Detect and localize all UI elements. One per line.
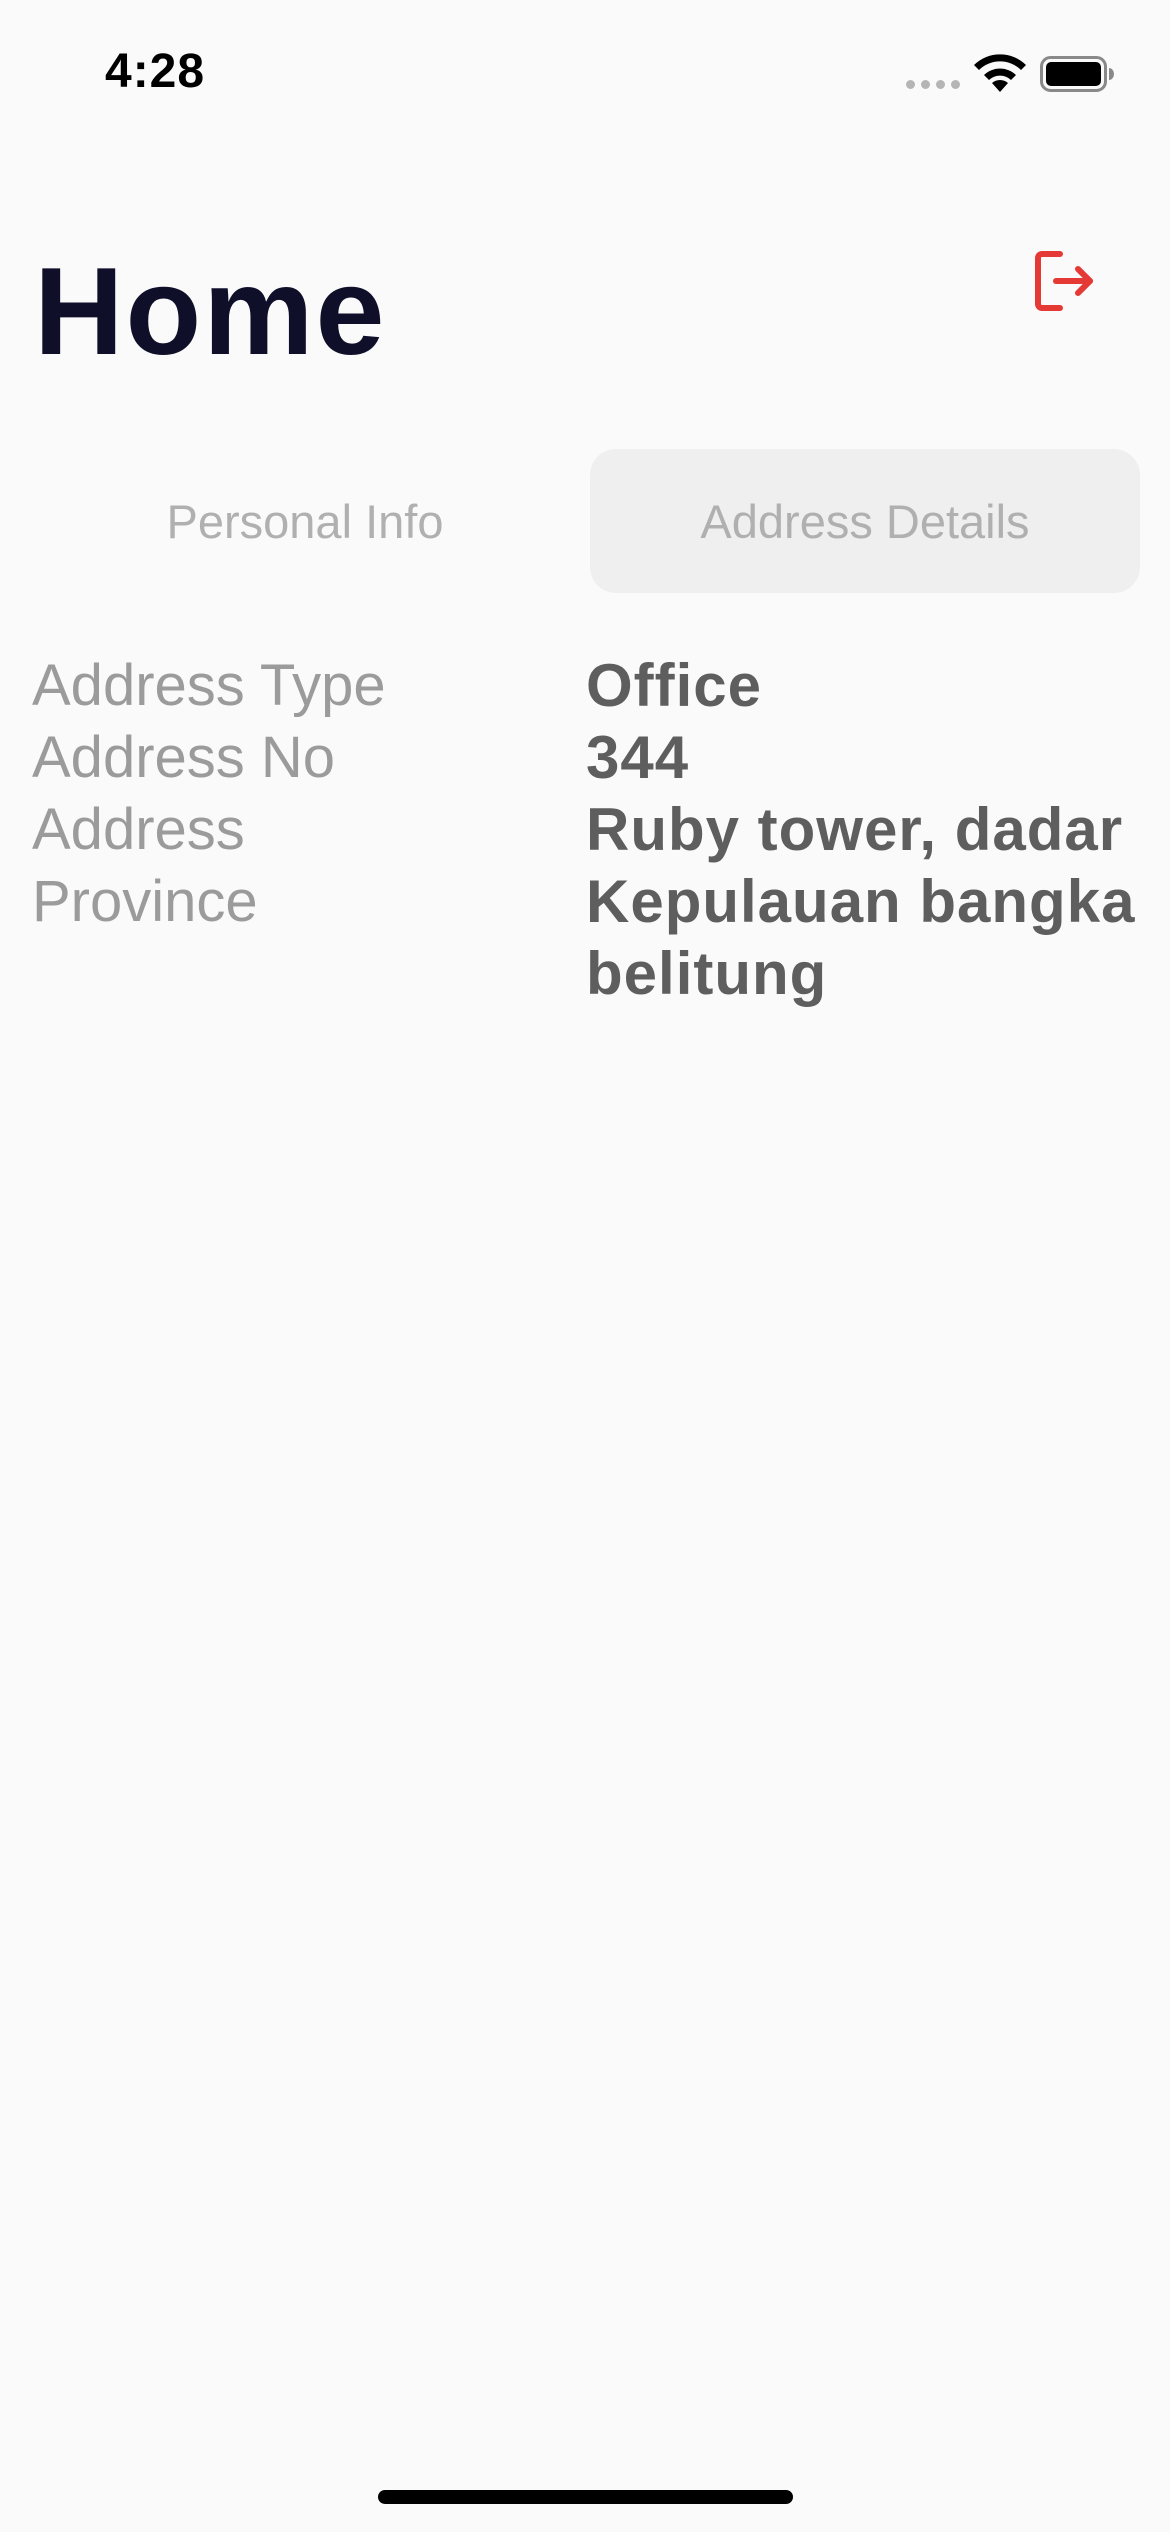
detail-value: Kepulauan bangka belitung xyxy=(586,868,1136,1007)
detail-value: 344 xyxy=(586,724,690,791)
detail-row-province: Province Kepulauan bangka belitung xyxy=(32,866,1142,1010)
wifi-icon xyxy=(974,54,1026,92)
status-time: 4:28 xyxy=(105,45,206,98)
detail-value: Office xyxy=(586,652,763,719)
logout-button[interactable] xyxy=(1030,246,1100,316)
status-bar: 4:28 xyxy=(0,0,1170,140)
detail-row-address-type: Address Type Office xyxy=(32,650,1142,722)
tab-address-details[interactable]: Address Details xyxy=(590,449,1140,593)
logout-arrow-icon xyxy=(1035,251,1093,311)
tab-personal-info[interactable]: Personal Info xyxy=(30,449,580,593)
home-indicator xyxy=(378,2490,793,2504)
page-title: Home xyxy=(34,243,387,381)
detail-label: Province xyxy=(32,869,258,934)
detail-row-address-no: Address No 344 xyxy=(32,722,1142,794)
detail-value: Ruby tower, dadar xyxy=(586,796,1124,863)
battery-icon xyxy=(1040,56,1114,92)
detail-label: Address No xyxy=(32,725,336,790)
address-details-list: Address Type Office Address No 344 Addre… xyxy=(32,650,1142,1010)
cellular-signal-icon xyxy=(906,80,960,92)
detail-row-address: Address Ruby tower, dadar xyxy=(32,794,1142,866)
detail-label: Address Type xyxy=(32,653,386,718)
detail-label: Address xyxy=(32,797,245,862)
tab-bar: Personal Info Address Details xyxy=(30,449,1140,593)
